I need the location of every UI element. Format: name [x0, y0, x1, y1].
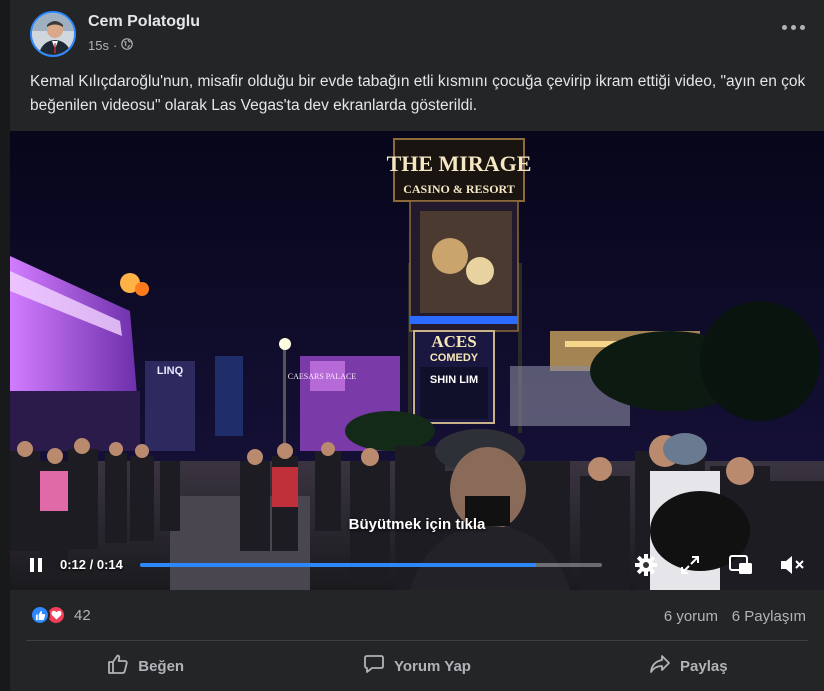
post-header: Cem Polatoglu 15s · — [10, 0, 824, 66]
comment-label: Yorum Yap — [394, 657, 471, 675]
comedy-sign-text: COMEDY — [430, 352, 479, 364]
post-stats: 42 6 yorum 6 Paylaşım — [10, 590, 824, 642]
video-controls: 0:12 / 0:14 — [10, 545, 824, 585]
like-icon — [107, 654, 129, 678]
video-progress-bar[interactable] — [140, 563, 602, 567]
author-name[interactable]: Cem Polatoglu — [88, 13, 200, 31]
reactions-summary[interactable]: 42 — [30, 605, 91, 625]
reaction-count: 42 — [74, 606, 91, 624]
post-card: Cem Polatoglu 15s · Kemal Kılıçdaroğlu'n… — [10, 0, 824, 691]
linq-sign-text: LINQ — [157, 365, 184, 377]
like-reaction-icon — [30, 605, 50, 625]
mirage-sub-text: CASINO & RESORT — [403, 182, 515, 196]
post-caption: Kemal Kılıçdaroğlu'nun, misafir olduğu b… — [30, 73, 806, 114]
like-button[interactable]: Beğen — [10, 646, 281, 686]
settings-icon[interactable] — [632, 551, 660, 579]
share-icon — [649, 654, 671, 678]
like-label: Beğen — [138, 657, 185, 675]
fullscreen-icon[interactable] — [676, 551, 704, 579]
author-avatar[interactable] — [30, 11, 76, 57]
mirage-sign-text: THE MIRAGE — [387, 151, 532, 176]
post-timestamp[interactable]: 15s — [88, 38, 109, 53]
comment-button[interactable]: Yorum Yap — [281, 646, 552, 686]
pause-icon[interactable] — [22, 551, 50, 579]
video-progress-fill — [140, 563, 536, 567]
post-actions: Beğen Yorum Yap Paylaş — [10, 646, 824, 686]
share-count[interactable]: 6 Paylaşım — [732, 608, 806, 625]
pip-icon[interactable] — [727, 551, 755, 579]
video-time: 0:12 / 0:14 — [60, 557, 123, 572]
share-label: Paylaş — [680, 657, 728, 675]
click-to-enlarge-text[interactable]: Büyütmek için tıkla — [10, 516, 824, 533]
more-icon[interactable] — [782, 22, 806, 32]
globe-icon — [121, 38, 134, 53]
share-button[interactable]: Paylaş — [553, 646, 824, 686]
comment-count[interactable]: 6 yorum — [664, 608, 718, 625]
action-divider — [26, 640, 808, 641]
aces-sign-text: ACES — [431, 332, 476, 351]
shin-sign-text: SHIN LIM — [430, 374, 478, 386]
palace-sign-text: CAESARS PALACE — [288, 372, 357, 381]
comment-icon — [363, 654, 385, 678]
meta-separator: · — [112, 38, 118, 53]
mute-icon[interactable] — [778, 551, 806, 579]
post-meta: 15s · — [88, 38, 134, 53]
